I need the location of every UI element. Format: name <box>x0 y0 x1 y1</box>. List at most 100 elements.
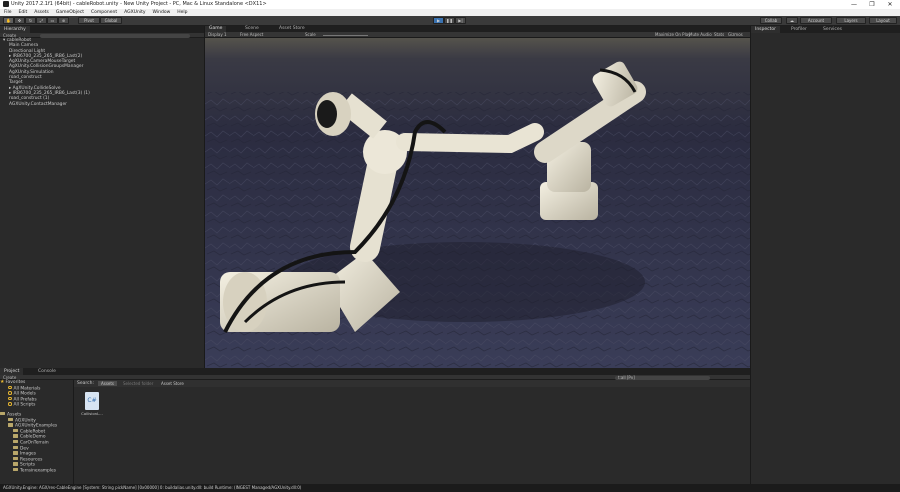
menu-file[interactable]: File <box>4 9 12 16</box>
transform-tool-icon[interactable]: ⊕ <box>58 17 69 24</box>
main-toolbar: ✋ ✥ ↻ ⤢ ▭ ⊕ Pivot Global ▶ ❚❚ ▶| Collab … <box>0 16 900 26</box>
folder-icon <box>8 417 13 422</box>
scale-slider[interactable] <box>323 34 368 36</box>
robot-scene-render <box>205 32 750 368</box>
mute-audio-toggle[interactable]: Mute Audio <box>689 32 712 38</box>
status-message: AGXUnity.Engine: AGX/res-CableEngine [Sy… <box>3 485 302 490</box>
step-button-icon[interactable]: ▶| <box>455 17 466 24</box>
scope-selected-folder[interactable]: Selected folder <box>120 381 156 386</box>
search-icon <box>8 391 12 395</box>
window-title: Unity 2017.2.1f1 (64bit) - cableRobot.un… <box>11 1 267 7</box>
menu-edit[interactable]: Edit <box>19 9 28 16</box>
folder-item-label: AGXUnityExamples <box>15 423 58 429</box>
stats-toggle[interactable]: Stats <box>714 32 724 38</box>
folder-icon <box>13 451 18 455</box>
project-panel: Project Console Create t:all [Pv] ★Favor… <box>0 368 750 484</box>
game-viewport[interactable] <box>205 32 750 368</box>
hierarchy-item-label: Target <box>9 80 23 86</box>
status-bar: AGXUnity.Engine: AGX/res-CableEngine [Sy… <box>0 484 900 492</box>
pause-button-icon[interactable]: ❚❚ <box>444 17 455 24</box>
game-view-toolbar: Display 1 Free Aspect Scale Maximize On … <box>205 32 750 38</box>
hierarchy-item-label: Directional Light <box>9 48 46 54</box>
play-button-icon[interactable]: ▶ <box>433 17 444 24</box>
folder-item-label: Images <box>20 451 37 457</box>
menu-component[interactable]: Component <box>91 9 117 16</box>
folder-icon <box>8 423 13 427</box>
csharp-script-icon: C# <box>85 392 99 410</box>
move-tool-icon[interactable]: ✥ <box>14 17 25 24</box>
tab-inspector[interactable]: Inspector <box>751 26 780 33</box>
hierarchy-item-label: AgXUnity.CollideSolve <box>12 85 61 91</box>
display-dropdown[interactable]: Display 1 <box>208 32 227 38</box>
inspector-tabbar: Inspector Profiler Services <box>751 26 900 33</box>
folder-icon <box>13 439 18 444</box>
layout-dropdown[interactable]: Layout <box>869 17 897 24</box>
scale-slider-label[interactable]: Scale <box>305 32 316 38</box>
folder-icon <box>13 462 18 466</box>
account-dropdown[interactable]: Account <box>800 17 832 24</box>
collab-button[interactable]: Collab <box>760 17 782 24</box>
hierarchy-tree: ▾ cableRobot Main Camera Directional Lig… <box>0 38 204 107</box>
maximize-on-play-toggle[interactable]: Maximize On Play <box>655 32 691 38</box>
hierarchy-item[interactable]: AGXUnity.ContactManager <box>0 102 204 107</box>
favorite-item-label: All Models <box>13 391 36 397</box>
gizmos-dropdown[interactable]: Gizmos <box>728 32 743 38</box>
close-button[interactable]: ✕ <box>881 0 899 9</box>
tab-services[interactable]: Services <box>819 26 846 33</box>
hand-tool-icon[interactable]: ✋ <box>3 17 14 24</box>
folder-icon <box>13 456 18 461</box>
minimize-button[interactable]: — <box>845 0 863 9</box>
favorite-item[interactable]: All Scripts <box>0 402 73 408</box>
tab-profiler[interactable]: Profiler <box>787 26 811 33</box>
folder-item-label: Scripts <box>20 462 36 468</box>
folder-item-label: CarOnTerrain <box>20 440 49 446</box>
aspect-dropdown[interactable]: Free Aspect <box>240 32 263 38</box>
menu-assets[interactable]: Assets <box>34 9 49 16</box>
asset-item-name: CollisionL... <box>81 411 103 416</box>
project-folder-tree: ★Favorites All Materials All Models All Pr… <box>0 379 74 484</box>
star-icon: ★ <box>0 379 5 385</box>
menu-window[interactable]: Window <box>153 9 171 16</box>
project-tabbar: Project Console <box>0 368 750 375</box>
search-scope-label: Search: <box>77 381 94 386</box>
menu-gameobject[interactable]: GameObject <box>56 9 84 16</box>
tab-hierarchy[interactable]: Hierarchy <box>0 26 30 33</box>
folder-icon <box>13 428 18 433</box>
project-search-input[interactable]: t:all [Pv] <box>615 375 710 380</box>
hierarchy-search-input[interactable] <box>40 33 190 38</box>
folder-item-label: Resources <box>20 456 43 462</box>
folder-item[interactable]: Terrainexamples <box>0 467 73 474</box>
asset-item[interactable]: C# CollisionL... <box>80 392 104 422</box>
search-icon <box>8 396 12 401</box>
folder-item-label: CableRobot <box>20 429 46 434</box>
favorite-item-label: All Prefabs <box>13 397 37 403</box>
folder-icon <box>0 411 5 416</box>
folder-icon <box>13 445 18 450</box>
cloud-icon[interactable]: ☁ <box>786 17 798 24</box>
hierarchy-item-label: AgXUnity.CollisionGroupsManager <box>9 64 84 70</box>
folder-item-label: CableDemo <box>20 434 46 440</box>
scope-assets[interactable]: Assets <box>98 381 118 386</box>
rotate-tool-icon[interactable]: ↻ <box>25 17 36 24</box>
inspector-panel: Inspector Profiler Services <box>750 26 900 484</box>
tab-console[interactable]: Console <box>34 368 60 375</box>
pivot-toggle[interactable]: Pivot <box>78 17 100 24</box>
menu-help[interactable]: Help <box>177 9 187 16</box>
favorite-item-label: All Scripts <box>13 402 36 408</box>
window-title-bar: Unity 2017.2.1f1 (64bit) - cableRobot.un… <box>0 0 900 9</box>
menu-bar: File Edit Assets GameObject Component AG… <box>0 9 900 16</box>
hierarchy-item-label: Main Camera <box>9 43 39 49</box>
menu-agxunity[interactable]: AGXUnity <box>124 9 145 16</box>
layers-dropdown[interactable]: Layers <box>836 17 866 24</box>
search-scope-bar: Search: Assets Selected folder Asset Sto… <box>74 380 750 387</box>
global-toggle[interactable]: Global <box>100 17 122 24</box>
scale-tool-icon[interactable]: ⤢ <box>36 17 47 24</box>
tab-project[interactable]: Project <box>0 368 24 375</box>
scope-asset-store[interactable]: Asset Store <box>158 381 187 386</box>
folder-icon <box>13 467 18 472</box>
rect-tool-icon[interactable]: ▭ <box>47 17 58 24</box>
folder-item-label: Terrainexamples <box>20 468 57 474</box>
search-icon <box>8 385 12 390</box>
hierarchy-item-label: road_construct (1) <box>9 96 50 102</box>
maximize-button[interactable]: ❐ <box>863 0 881 9</box>
